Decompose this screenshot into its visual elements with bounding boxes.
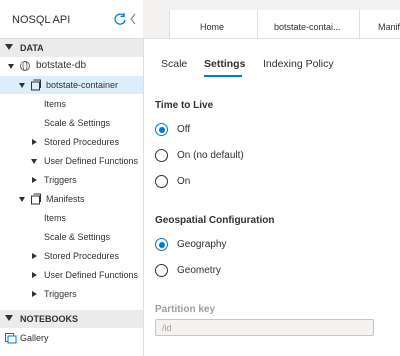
api-title: NOSQL API	[12, 14, 71, 26]
tree-item-label: Triggers	[44, 175, 77, 185]
data-section-label: DATA	[20, 43, 44, 53]
notebooks-section-label: NOTEBOOKS	[20, 314, 79, 324]
chevron-right-icon	[32, 139, 37, 145]
radio-button[interactable]	[155, 149, 168, 162]
tree-item-triggers[interactable]: Triggers	[0, 171, 143, 189]
tree-item-label: Manifests	[46, 194, 85, 204]
container-icon	[31, 193, 41, 205]
tree-item-database[interactable]: botstate-db	[0, 57, 143, 75]
geo-title: Geospatial Configuration	[155, 215, 275, 226]
tree-item-stored-procedures[interactable]: Stored Procedures	[0, 247, 143, 265]
tree-item-label: Gallery	[20, 333, 49, 343]
tree-item-label: Items	[44, 213, 67, 223]
subtab-settings[interactable]: Settings	[204, 58, 245, 70]
radio-button-checked[interactable]	[155, 123, 168, 136]
tree-item-label: Triggers	[44, 289, 77, 299]
data-section-header[interactable]: DATA	[0, 39, 143, 57]
tree-item-label: botstate-db	[36, 60, 87, 71]
chevron-right-icon	[32, 253, 37, 259]
radio-label: Geography	[177, 239, 227, 250]
tree-item-label: User Defined Functions	[44, 156, 139, 166]
tree-item-label: Stored Procedures	[44, 251, 120, 261]
radio-button[interactable]	[155, 175, 168, 188]
chevron-down-icon	[8, 64, 14, 69]
tree-item-triggers[interactable]: Triggers	[0, 285, 143, 303]
radio-label: On (no default)	[177, 150, 244, 161]
tab-manifests[interactable]: Manif	[359, 10, 400, 38]
tree-item-scale-settings[interactable]: Scale & Settings	[0, 228, 143, 246]
radio-label: On	[177, 176, 191, 187]
tree-item-user-defined-functions[interactable]: User Defined Functions	[0, 266, 143, 284]
partition-key-field	[155, 319, 374, 336]
chevron-right-icon	[32, 272, 37, 278]
tree-item-items[interactable]: Items	[0, 209, 143, 227]
chevron-right-icon	[32, 177, 37, 183]
tab-label: Home	[200, 22, 225, 32]
resource-tree-sidebar: NOSQL API DATA botstate-db botstate-cont…	[0, 0, 144, 356]
active-subtab-indicator	[204, 75, 242, 77]
chevron-down-icon	[19, 83, 25, 88]
tree-item-items[interactable]: Items	[0, 95, 143, 113]
tree-item-user-defined-functions[interactable]: User Defined Functions	[0, 152, 143, 170]
tree-item-stored-procedures[interactable]: Stored Procedures	[0, 133, 143, 151]
settings-subtabs: Scale Settings Indexing Policy	[143, 38, 400, 78]
tree-item-container-selected[interactable]: botstate-container	[0, 76, 143, 94]
radio-label: Geometry	[177, 265, 221, 276]
tab-label: Manif	[378, 22, 400, 32]
api-header: NOSQL API	[0, 0, 143, 39]
refresh-icon[interactable]	[113, 12, 127, 26]
tab-botstate-container[interactable]: botstate-contai...	[257, 10, 360, 38]
tab-bar: Home botstate-contai... Manif	[143, 0, 400, 39]
tree-item-gallery[interactable]: Gallery	[0, 329, 143, 347]
database-icon	[20, 61, 30, 71]
chevron-down-icon	[31, 159, 37, 164]
gallery-icon	[5, 333, 17, 344]
tree-item-scale-settings[interactable]: Scale & Settings	[0, 114, 143, 132]
radio-button-checked[interactable]	[155, 238, 168, 251]
tree-item-label: botstate-container	[46, 80, 119, 90]
chevron-down-icon	[5, 315, 13, 321]
chevron-down-icon	[19, 197, 25, 202]
radio-button[interactable]	[155, 264, 168, 277]
chevron-down-icon	[5, 44, 13, 50]
tree-item-label: Scale & Settings	[44, 232, 111, 242]
tree-item-label: Items	[44, 99, 67, 109]
tree-item-container[interactable]: Manifests	[0, 190, 143, 208]
tree-item-label: Stored Procedures	[44, 137, 120, 147]
notebooks-section-header[interactable]: NOTEBOOKS	[0, 310, 143, 328]
subtab-indexing-policy[interactable]: Indexing Policy	[263, 58, 334, 70]
tab-label: botstate-contai...	[274, 22, 341, 32]
partition-key-title: Partition key	[155, 304, 216, 315]
radio-label: Off	[177, 124, 191, 135]
chevron-right-icon	[32, 291, 37, 297]
subtab-scale[interactable]: Scale	[161, 58, 187, 70]
collapse-sidebar-icon[interactable]	[128, 12, 138, 26]
ttl-title: Time to Live	[155, 100, 214, 111]
container-icon	[31, 79, 41, 91]
tree-item-label: User Defined Functions	[44, 270, 139, 280]
tree-item-label: Scale & Settings	[44, 118, 111, 128]
